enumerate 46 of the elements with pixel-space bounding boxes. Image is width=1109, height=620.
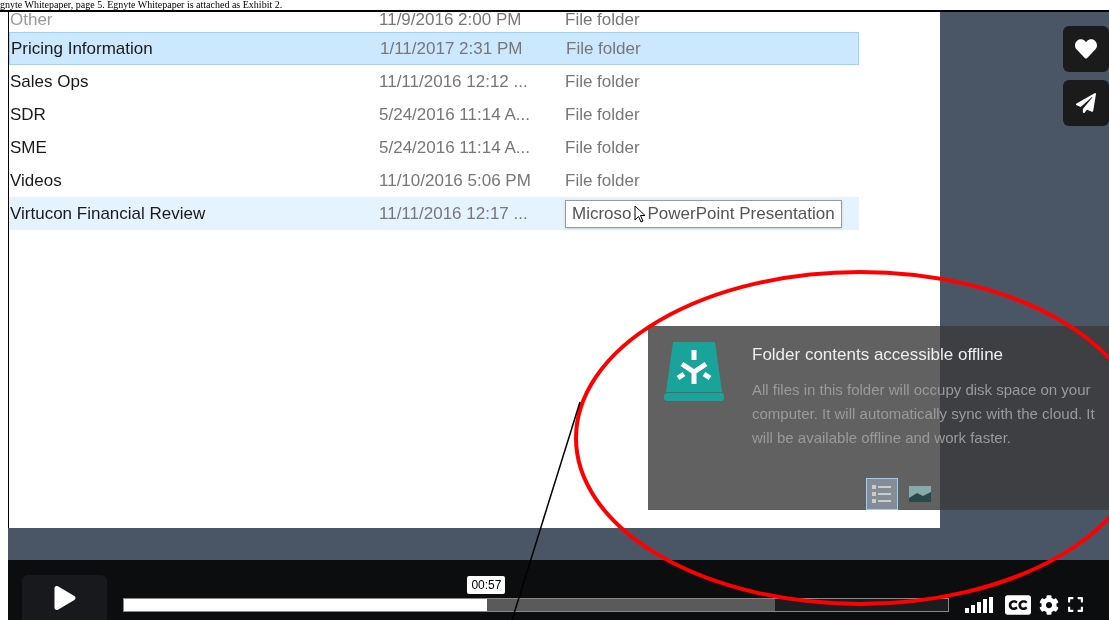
file-row[interactable]: SME 5/24/2016 11:14 A... File folder — [9, 131, 859, 164]
file-name: Virtucon Financial Review — [9, 202, 207, 225]
drive-icon — [664, 342, 724, 402]
tooltip-text: PowerPoint Presentation — [647, 202, 835, 225]
file-date: 1/11/2017 2:31 PM — [380, 37, 524, 60]
file-date: 5/24/2016 11:14 A... — [379, 136, 531, 159]
file-type: File folder — [565, 12, 640, 31]
file-type: File folder — [566, 37, 641, 60]
notification-body: All files in this folder will occupy disk space on your computer. It will automatically sync with the cloud. It will be available offline and work faster. — [752, 379, 1096, 448]
fullscreen-icon[interactable] — [1067, 596, 1084, 613]
file-name: Videos — [9, 169, 63, 192]
file-type: File folder — [565, 136, 640, 159]
file-name: Sales Ops — [9, 70, 90, 93]
document-caption: gnyte Whitepaper, page 5. Egnyte Whitepaper is attached as Exhibit 2. — [0, 0, 283, 10]
time-tooltip: 00:57 — [467, 576, 506, 594]
file-row[interactable]: Videos 11/10/2016 5:06 PM File folder — [9, 164, 859, 197]
file-date: 11/11/2016 12:12 ... — [379, 70, 529, 93]
play-icon — [52, 585, 77, 610]
list-icon — [872, 483, 892, 505]
progress-track[interactable] — [123, 597, 949, 612]
tooltip-text: Microso — [572, 202, 632, 225]
file-date: 11/10/2016 5:06 PM — [379, 169, 532, 192]
file-type: File folder — [565, 169, 640, 192]
share-button[interactable] — [1063, 80, 1109, 126]
picture-icon — [909, 486, 931, 502]
paper-plane-icon — [1076, 93, 1096, 113]
file-name: Pricing Information — [10, 37, 154, 60]
mouse-cursor-icon — [633, 204, 646, 223]
file-name: Other — [9, 12, 54, 31]
file-row[interactable]: Sales Ops 11/11/2016 12:12 ... File folder — [9, 65, 859, 98]
file-name: SDR — [9, 103, 47, 126]
file-row[interactable]: SDR 5/24/2016 11:14 A... File folder — [9, 98, 859, 131]
file-date: 11/9/2016 2:00 PM — [379, 12, 523, 31]
settings-icon[interactable] — [1039, 594, 1059, 615]
file-row[interactable]: Virtucon Financial Review 11/11/2016 12:17 ... Microso PowerPoint Presentation — [9, 197, 859, 230]
file-row[interactable]: Other 11/9/2016 2:00 PM File folder — [9, 12, 859, 32]
file-type: File folder — [565, 70, 640, 93]
like-button[interactable] — [1063, 26, 1109, 72]
file-row[interactable]: Pricing Information 1/11/2017 2:31 PM File folder — [9, 32, 859, 65]
play-button[interactable] — [22, 575, 107, 620]
notification-title: Folder contents accessible offline — [752, 344, 1005, 366]
heart-icon — [1075, 38, 1097, 60]
file-date: 5/24/2016 11:14 A... — [379, 103, 531, 126]
file-name: SME — [9, 136, 48, 159]
file-date: 11/11/2016 12:17 ... — [379, 202, 529, 225]
file-type: File folder — [565, 103, 640, 126]
